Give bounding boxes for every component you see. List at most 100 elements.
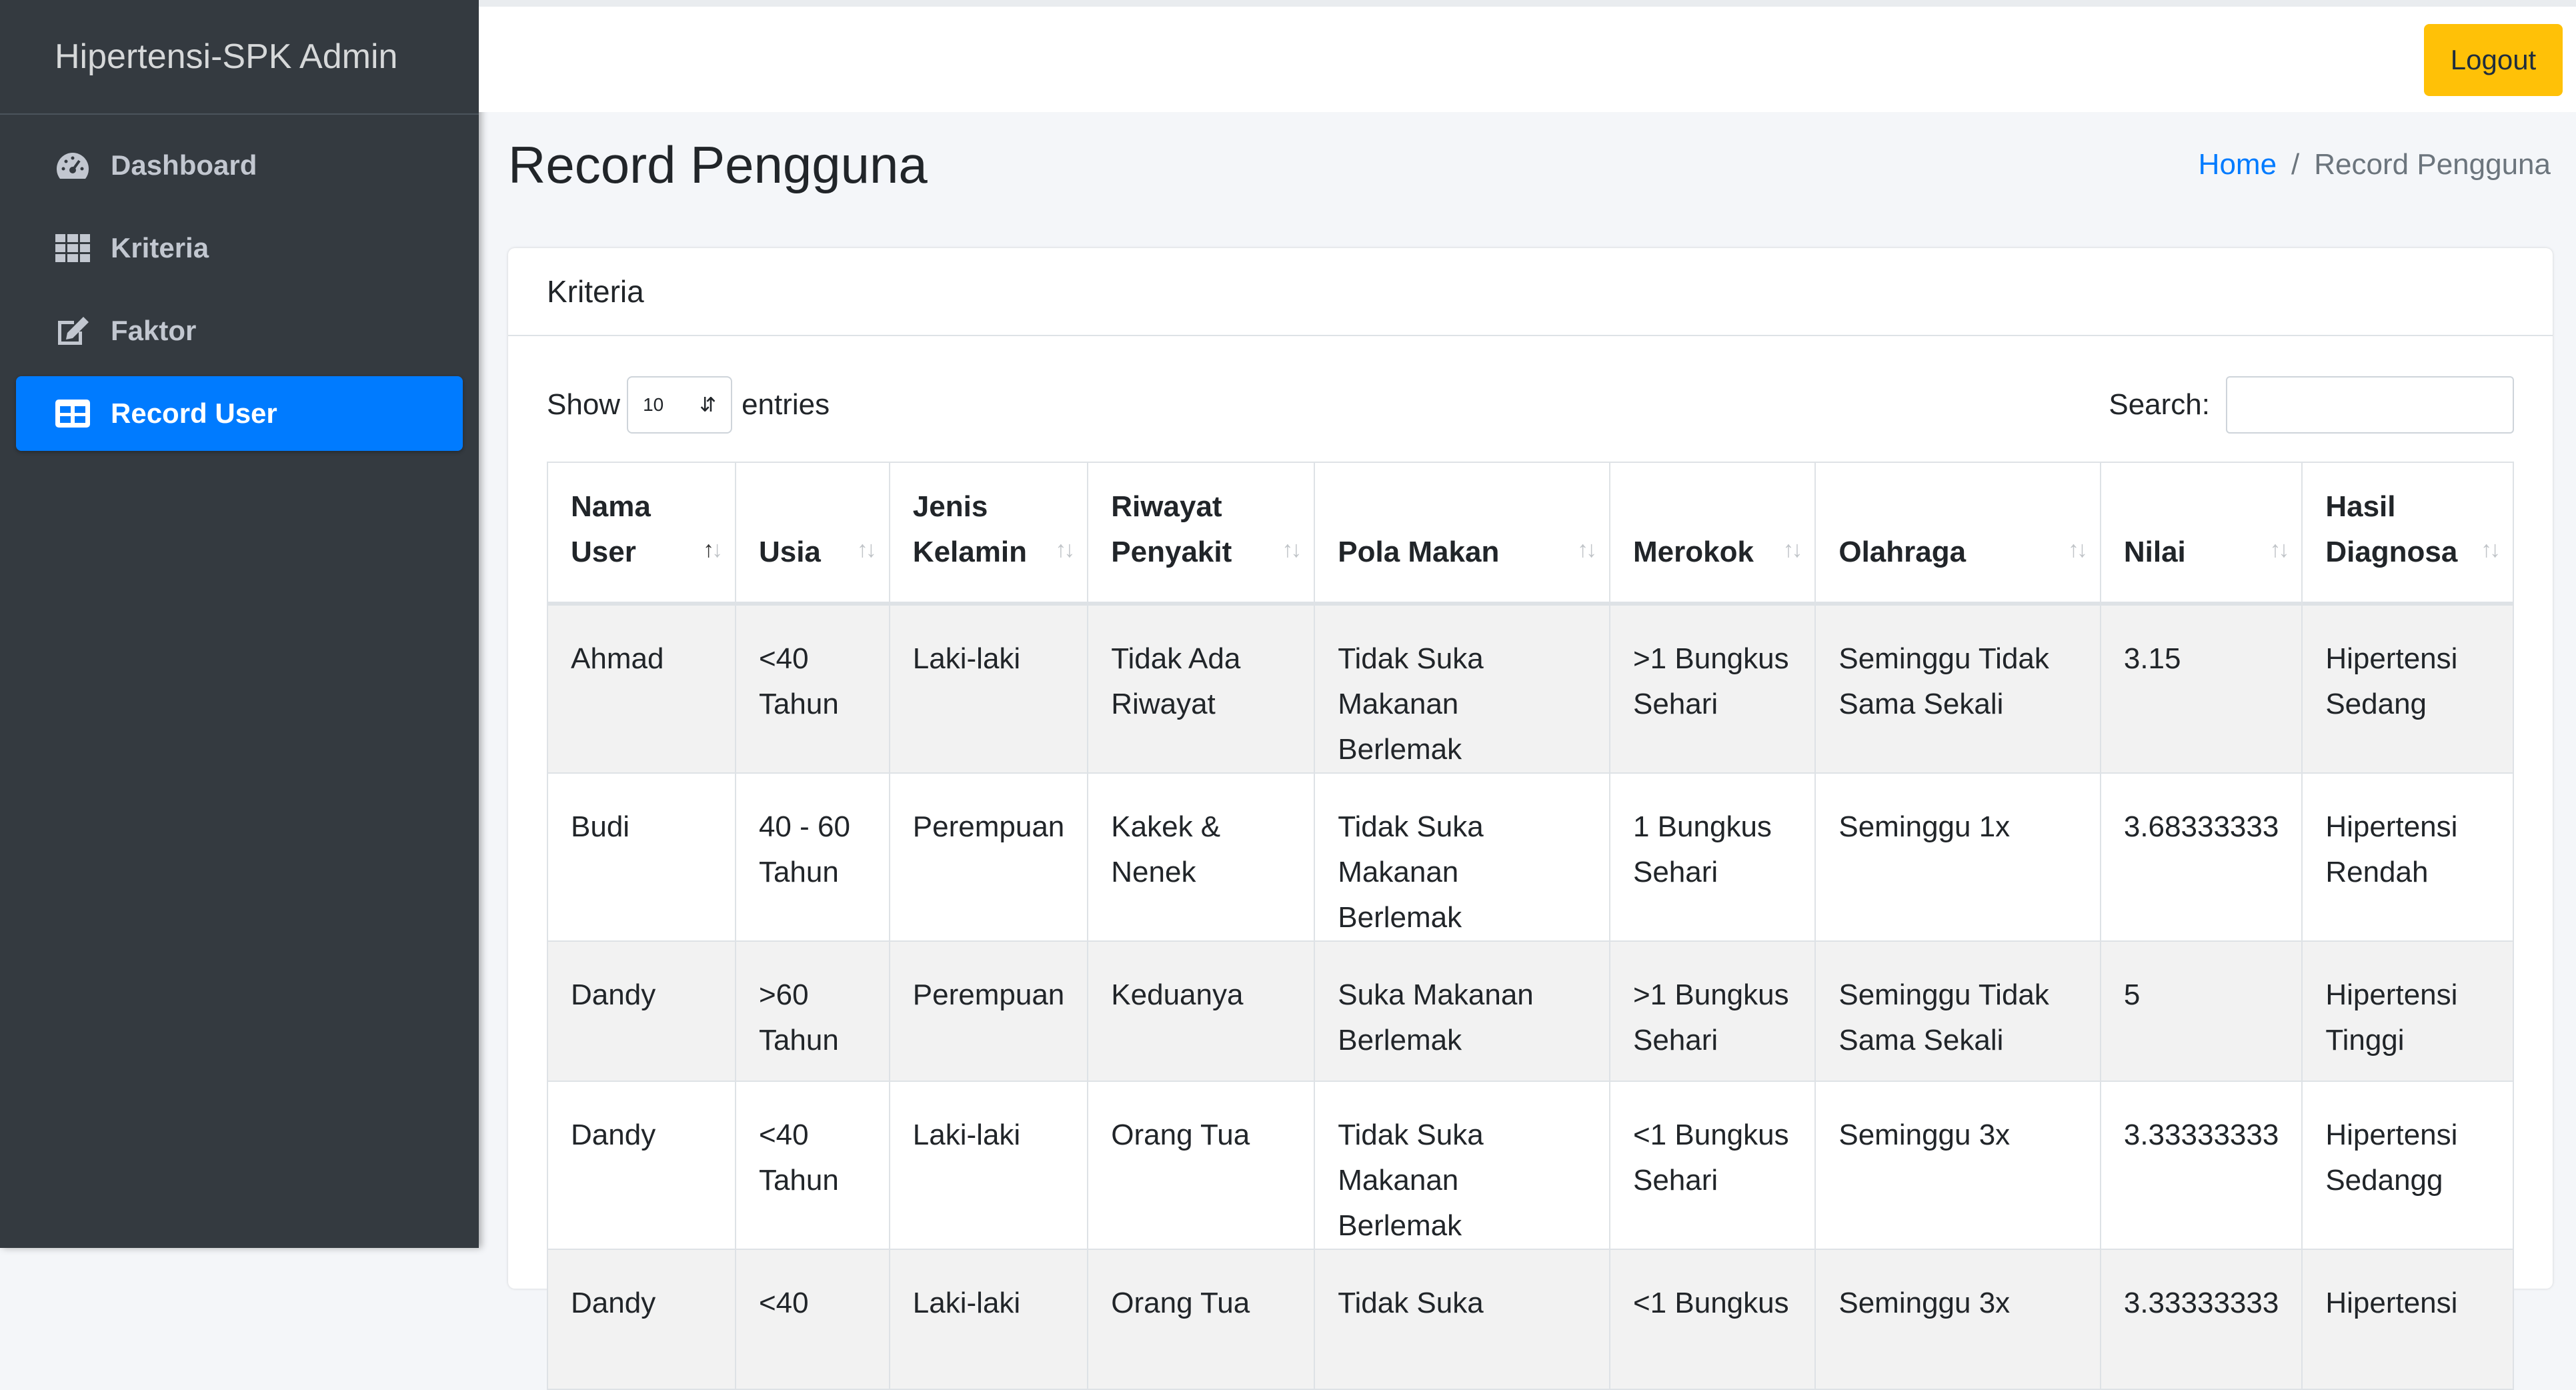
show-label: Show <box>547 388 621 421</box>
sidebar-nav: Dashboard Kriteria Faktor Record User <box>0 115 479 472</box>
entries-length-control: Show 10 ⇵ entries <box>547 375 830 435</box>
select-arrows-icon: ⇵ <box>699 394 717 416</box>
cell-riwayat-penyakit: Keduanya <box>1087 940 1316 1082</box>
cell-nilai: 5 <box>2099 940 2303 1082</box>
cell-olahraga: Seminggu 3x <box>1814 1081 2101 1250</box>
cell-nilai: 3.33333333 <box>2099 1081 2303 1250</box>
column-header-nilai[interactable]: Nilai ↑↓ <box>2099 462 2303 606</box>
page-title: Record Pengguna <box>508 135 928 194</box>
cell-nama: Dandy <box>547 1249 736 1390</box>
column-header-nama-user[interactable]: Nama User ↑↓ <box>547 462 736 606</box>
cell-hasil-diagnosa: Hipertensi Rendah <box>2301 772 2514 942</box>
edit-icon <box>53 315 92 346</box>
cell-nama: Dandy <box>547 1081 736 1250</box>
tachometer-icon <box>53 150 92 181</box>
cell-riwayat-penyakit: Tidak Ada Riwayat <box>1087 603 1316 774</box>
cell-olahraga: Seminggu Tidak Sama Sekali <box>1814 603 2101 774</box>
cell-hasil-diagnosa: Hipertensi Sedang <box>2301 603 2514 774</box>
entries-select-value: 10 <box>643 394 664 415</box>
table-row: Dandy >60 Tahun Perempuan Keduanya Suka M… <box>547 940 2514 1082</box>
cell-hasil-diagnosa: Hipertensi Tinggi <box>2301 940 2514 1082</box>
sidebar-item-kriteria[interactable]: Kriteria <box>16 211 463 285</box>
column-header-jenis-kelamin[interactable]: Jenis Kelamin ↑↓ <box>888 462 1089 606</box>
cell-usia: >60 Tahun <box>734 940 890 1082</box>
search-input[interactable] <box>2226 376 2514 434</box>
records-card: Kriteria Show 10 ⇵ entries Search: Nama U… <box>508 248 2553 1390</box>
entries-label: entries <box>742 388 830 421</box>
search-control: Search: <box>2109 375 2514 435</box>
breadcrumb-separator: / <box>2291 148 2300 181</box>
sidebar: Hipertensi-SPK Admin Dashboard Kriteria … <box>0 0 479 1248</box>
cell-jenis-kelamin: Laki-laki <box>888 603 1089 774</box>
cell-riwayat-penyakit: Orang Tua <box>1087 1081 1316 1250</box>
sort-icon: ↑↓ <box>1055 537 1075 562</box>
sidebar-item-label: Kriteria <box>111 232 209 263</box>
column-header-usia[interactable]: Usia ↑↓ <box>734 462 890 606</box>
cell-pola-makan: Suka Makanan Berlemak <box>1314 940 1610 1082</box>
cell-olahraga: Seminggu 1x <box>1814 772 2101 942</box>
table-row: Dandy <40 Laki-laki Orang Tua Tidak Suka… <box>547 1249 2514 1390</box>
grid-icon <box>53 233 92 263</box>
cell-olahraga: Seminggu 3x <box>1814 1249 2101 1390</box>
cell-merokok: 1 Bungkus Sehari <box>1608 772 1816 942</box>
sort-icon: ↑↓ <box>2481 537 2501 562</box>
cell-merokok: >1 Bungkus Sehari <box>1608 940 1816 1082</box>
cell-pola-makan: Tidak Suka Makanan Berlemak <box>1314 1081 1610 1250</box>
cell-usia: 40 - 60 Tahun <box>734 772 890 942</box>
cell-usia: <40 Tahun <box>734 603 890 774</box>
sidebar-item-label: Faktor <box>111 315 197 346</box>
sort-icon: ↑↓ <box>1282 537 1302 562</box>
cell-pola-makan: Tidak Suka <box>1314 1249 1610 1390</box>
cell-pola-makan: Tidak Suka Makanan Berlemak <box>1314 772 1610 942</box>
sort-icon: ↑↓ <box>2269 537 2289 562</box>
cell-nilai: 3.15 <box>2099 603 2303 774</box>
cell-riwayat-penyakit: Orang Tua <box>1087 1249 1316 1390</box>
cell-hasil-diagnosa: Hipertensi <box>2301 1249 2514 1390</box>
sidebar-item-record-user[interactable]: Record User <box>16 376 463 451</box>
table-row: Dandy <40 Tahun Laki-laki Orang Tua Tidak… <box>547 1081 2514 1250</box>
brand-link[interactable]: Hipertensi-SPK Admin <box>0 0 479 115</box>
cell-nama: Dandy <box>547 940 736 1082</box>
brand-text: Hipertensi-SPK Admin <box>55 37 398 76</box>
column-header-pola-makan[interactable]: Pola Makan ↑↓ <box>1314 462 1610 606</box>
sidebar-item-faktor[interactable]: Faktor <box>16 293 463 368</box>
column-header-riwayat-penyakit[interactable]: Riwayat Penyakit ↑↓ <box>1087 462 1316 606</box>
table-header-row: Nama User ↑↓ Usia ↑↓ Jenis Kelamin ↑↓ Riwayat… <box>547 462 2514 606</box>
cell-jenis-kelamin: Laki-laki <box>888 1249 1089 1390</box>
column-header-olahraga[interactable]: Olahraga ↑↓ <box>1814 462 2101 606</box>
cell-merokok: >1 Bungkus Sehari <box>1608 603 1816 774</box>
sidebar-item-label: Record User <box>111 398 277 429</box>
cell-nama: Ahmad <box>547 603 736 774</box>
table-row: Ahmad <40 Tahun Laki-laki Tidak Ada Riwaya… <box>547 603 2514 774</box>
entries-select[interactable]: 10 ⇵ <box>627 376 733 434</box>
cell-nilai: 3.33333333 <box>2099 1249 2303 1390</box>
sidebar-item-label: Dashboard <box>111 149 257 181</box>
cell-olahraga: Seminggu Tidak Sama Sekali <box>1814 940 2101 1082</box>
cell-hasil-diagnosa: Hipertensi Sedangg <box>2301 1081 2514 1250</box>
breadcrumb: Home / Record Pengguna <box>2199 148 2551 181</box>
cell-merokok: <1 Bungkus Sehari <box>1608 1081 1816 1250</box>
cell-jenis-kelamin: Laki-laki <box>888 1081 1089 1250</box>
sort-icon: ↑↓ <box>1782 537 1802 562</box>
search-label: Search: <box>2109 388 2210 421</box>
breadcrumb-home-link[interactable]: Home <box>2199 148 2277 181</box>
sort-asc-icon: ↑↓ <box>702 537 723 562</box>
card-title: Kriteria <box>508 248 2553 336</box>
cell-usia: <40 <box>734 1249 890 1390</box>
cell-jenis-kelamin: Perempuan <box>888 772 1089 942</box>
column-header-merokok[interactable]: Merokok ↑↓ <box>1608 462 1816 606</box>
sort-icon: ↑↓ <box>856 537 877 562</box>
cell-merokok: <1 Bungkus <box>1608 1249 1816 1390</box>
top-navbar: Logout <box>479 0 2576 112</box>
breadcrumb-current: Record Pengguna <box>2314 148 2551 181</box>
logout-button[interactable]: Logout <box>2424 24 2563 96</box>
sidebar-item-dashboard[interactable]: Dashboard <box>16 128 463 203</box>
cell-jenis-kelamin: Perempuan <box>888 940 1089 1082</box>
column-header-hasil-diagnosa[interactable]: Hasil Diagnosa ↑↓ <box>2301 462 2514 606</box>
table-controls: Show 10 ⇵ entries Search: <box>547 375 2514 435</box>
cell-pola-makan: Tidak Suka Makanan Berlemak <box>1314 603 1610 774</box>
sort-icon: ↑↓ <box>1576 537 1597 562</box>
table-icon <box>53 398 92 429</box>
cell-usia: <40 Tahun <box>734 1081 890 1250</box>
sort-icon: ↑↓ <box>2067 537 2088 562</box>
